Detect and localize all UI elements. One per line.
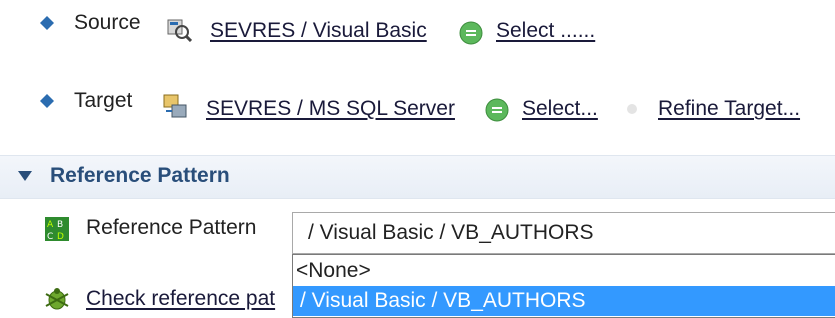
svg-text:C: C (47, 232, 53, 242)
dropdown-option-none[interactable]: <None> (296, 258, 371, 284)
reference-pattern-label: Reference Pattern (86, 216, 257, 239)
refine-target-link[interactable]: Refine Target... (658, 96, 800, 122)
chevron-down-icon[interactable] (18, 170, 32, 182)
section-title[interactable]: Reference Pattern (50, 163, 230, 189)
refine-dot-icon (627, 104, 637, 114)
diamond-bullet-icon (40, 94, 54, 108)
reference-pattern-combo-value[interactable]: / Visual Basic / VB_AUTHORS (308, 220, 594, 246)
svg-text:B: B (57, 220, 63, 230)
check-reference-pattern-link[interactable]: Check reference pat (86, 286, 275, 312)
select-source-icon[interactable] (458, 20, 484, 46)
target-link[interactable]: SEVRES / MS SQL Server (206, 96, 455, 122)
diamond-bullet-icon (40, 16, 54, 30)
svg-text:D: D (57, 232, 64, 242)
target-label: Target (74, 89, 133, 112)
bug-check-icon (45, 288, 69, 310)
target-connection-icon (163, 94, 187, 118)
select-source-link[interactable]: Select ...... (496, 18, 595, 44)
source-label: Source (74, 11, 141, 34)
source-connection-icon (167, 19, 192, 42)
dropdown-option-vb-authors[interactable]: / Visual Basic / VB_AUTHORS (300, 288, 586, 314)
svg-text:A: A (47, 220, 54, 230)
reference-pattern-icon: A B C D (45, 217, 69, 242)
source-link[interactable]: SEVRES / Visual Basic (210, 18, 427, 44)
select-target-link[interactable]: Select... (522, 96, 598, 122)
select-target-icon[interactable] (484, 97, 510, 123)
